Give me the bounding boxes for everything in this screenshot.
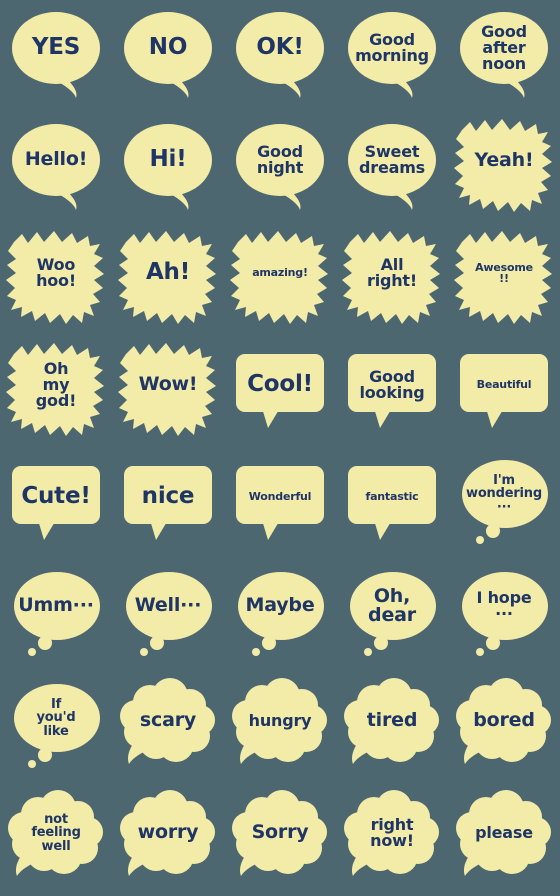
sticker-25[interactable]: I'm wondering ··· <box>452 452 556 556</box>
sticker-22[interactable]: nice <box>116 452 220 556</box>
sticker-30[interactable]: I hope ··· <box>452 564 556 668</box>
sticker-33[interactable]: hungry <box>228 676 332 780</box>
sticker-cell-r4-c1[interactable]: Oh my god! <box>0 336 112 448</box>
sticker-39[interactable]: right now! <box>340 788 444 892</box>
sticker-21[interactable]: Cute! <box>4 452 108 556</box>
sticker-8[interactable]: Good night <box>228 116 332 220</box>
sticker-9[interactable]: Sweet dreams <box>340 116 444 220</box>
sticker-cell-r7-c4[interactable]: tired <box>336 672 448 784</box>
sticker-cell-r8-c4[interactable]: right now! <box>336 784 448 896</box>
sticker-cell-r3-c4[interactable]: All right! <box>336 224 448 336</box>
sticker-10[interactable]: Yeah! <box>452 116 556 220</box>
sticker-19[interactable]: Good looking <box>340 340 444 444</box>
sticker-cell-r2-c4[interactable]: Sweet dreams <box>336 112 448 224</box>
sticker-37[interactable]: worry <box>116 788 220 892</box>
sticker-20[interactable]: Beautiful <box>452 340 556 444</box>
sticker-cell-r5-c5[interactable]: I'm wondering ··· <box>448 448 560 560</box>
sticker-cell-r6-c2[interactable]: Well··· <box>112 560 224 672</box>
sticker-5[interactable]: Good after noon <box>452 4 556 108</box>
sticker-28[interactable]: Maybe <box>228 564 332 668</box>
sticker-cell-r6-c3[interactable]: Maybe <box>224 560 336 672</box>
sticker-cell-r8-c5[interactable]: please <box>448 784 560 896</box>
sticker-cell-r7-c5[interactable]: bored <box>448 672 560 784</box>
sticker-cell-r4-c3[interactable]: Cool! <box>224 336 336 448</box>
sticker-32[interactable]: scary <box>116 676 220 780</box>
sticker-17[interactable]: Wow! <box>116 340 220 444</box>
sticker-12[interactable]: Ah! <box>116 228 220 332</box>
sticker-3[interactable]: OK! <box>228 4 332 108</box>
sticker-34[interactable]: tired <box>340 676 444 780</box>
sticker-cell-r2-c1[interactable]: Hello! <box>0 112 112 224</box>
sticker-4[interactable]: Good morning <box>340 4 444 108</box>
sticker-cell-r2-c2[interactable]: Hi! <box>112 112 224 224</box>
sticker-cell-r2-c5[interactable]: Yeah! <box>448 112 560 224</box>
sticker-cell-r1-c1[interactable]: YES <box>0 0 112 112</box>
sticker-cell-r1-c4[interactable]: Good morning <box>336 0 448 112</box>
sticker-cell-r5-c4[interactable]: fantastic <box>336 448 448 560</box>
sticker-cell-r4-c2[interactable]: Wow! <box>112 336 224 448</box>
sticker-grid: YES NO OK! Good morning Good after noon Hello… <box>0 0 560 896</box>
sticker-38[interactable]: Sorry <box>228 788 332 892</box>
sticker-cell-r1-c3[interactable]: OK! <box>224 0 336 112</box>
sticker-29[interactable]: Oh, dear <box>340 564 444 668</box>
sticker-11[interactable]: Woo hoo! <box>4 228 108 332</box>
sticker-cell-r7-c3[interactable]: hungry <box>224 672 336 784</box>
sticker-36[interactable]: not feeling well <box>4 788 108 892</box>
sticker-cell-r8-c3[interactable]: Sorry <box>224 784 336 896</box>
sticker-cell-r2-c3[interactable]: Good night <box>224 112 336 224</box>
sticker-40[interactable]: please <box>452 788 556 892</box>
sticker-23[interactable]: Wonderful <box>228 452 332 556</box>
sticker-13[interactable]: amazing! <box>228 228 332 332</box>
sticker-cell-r7-c2[interactable]: scary <box>112 672 224 784</box>
sticker-cell-r3-c2[interactable]: Ah! <box>112 224 224 336</box>
sticker-cell-r3-c3[interactable]: amazing! <box>224 224 336 336</box>
sticker-cell-r5-c3[interactable]: Wonderful <box>224 448 336 560</box>
sticker-cell-r6-c1[interactable]: Umm··· <box>0 560 112 672</box>
sticker-cell-r1-c2[interactable]: NO <box>112 0 224 112</box>
sticker-cell-r3-c5[interactable]: Awesome !! <box>448 224 560 336</box>
sticker-15[interactable]: Awesome !! <box>452 228 556 332</box>
sticker-cell-r3-c1[interactable]: Woo hoo! <box>0 224 112 336</box>
sticker-cell-r7-c1[interactable]: If you'd like <box>0 672 112 784</box>
sticker-26[interactable]: Umm··· <box>4 564 108 668</box>
sticker-cell-r8-c2[interactable]: worry <box>112 784 224 896</box>
sticker-cell-r4-c4[interactable]: Good looking <box>336 336 448 448</box>
sticker-cell-r6-c5[interactable]: I hope ··· <box>448 560 560 672</box>
sticker-1[interactable]: YES <box>4 4 108 108</box>
sticker-7[interactable]: Hi! <box>116 116 220 220</box>
sticker-cell-r1-c5[interactable]: Good after noon <box>448 0 560 112</box>
sticker-14[interactable]: All right! <box>340 228 444 332</box>
sticker-cell-r4-c5[interactable]: Beautiful <box>448 336 560 448</box>
sticker-35[interactable]: bored <box>452 676 556 780</box>
sticker-cell-r8-c1[interactable]: not feeling well <box>0 784 112 896</box>
sticker-2[interactable]: NO <box>116 4 220 108</box>
sticker-cell-r6-c4[interactable]: Oh, dear <box>336 560 448 672</box>
sticker-18[interactable]: Cool! <box>228 340 332 444</box>
sticker-27[interactable]: Well··· <box>116 564 220 668</box>
sticker-24[interactable]: fantastic <box>340 452 444 556</box>
sticker-16[interactable]: Oh my god! <box>4 340 108 444</box>
sticker-6[interactable]: Hello! <box>4 116 108 220</box>
sticker-cell-r5-c2[interactable]: nice <box>112 448 224 560</box>
sticker-cell-r5-c1[interactable]: Cute! <box>0 448 112 560</box>
sticker-31[interactable]: If you'd like <box>4 676 108 780</box>
